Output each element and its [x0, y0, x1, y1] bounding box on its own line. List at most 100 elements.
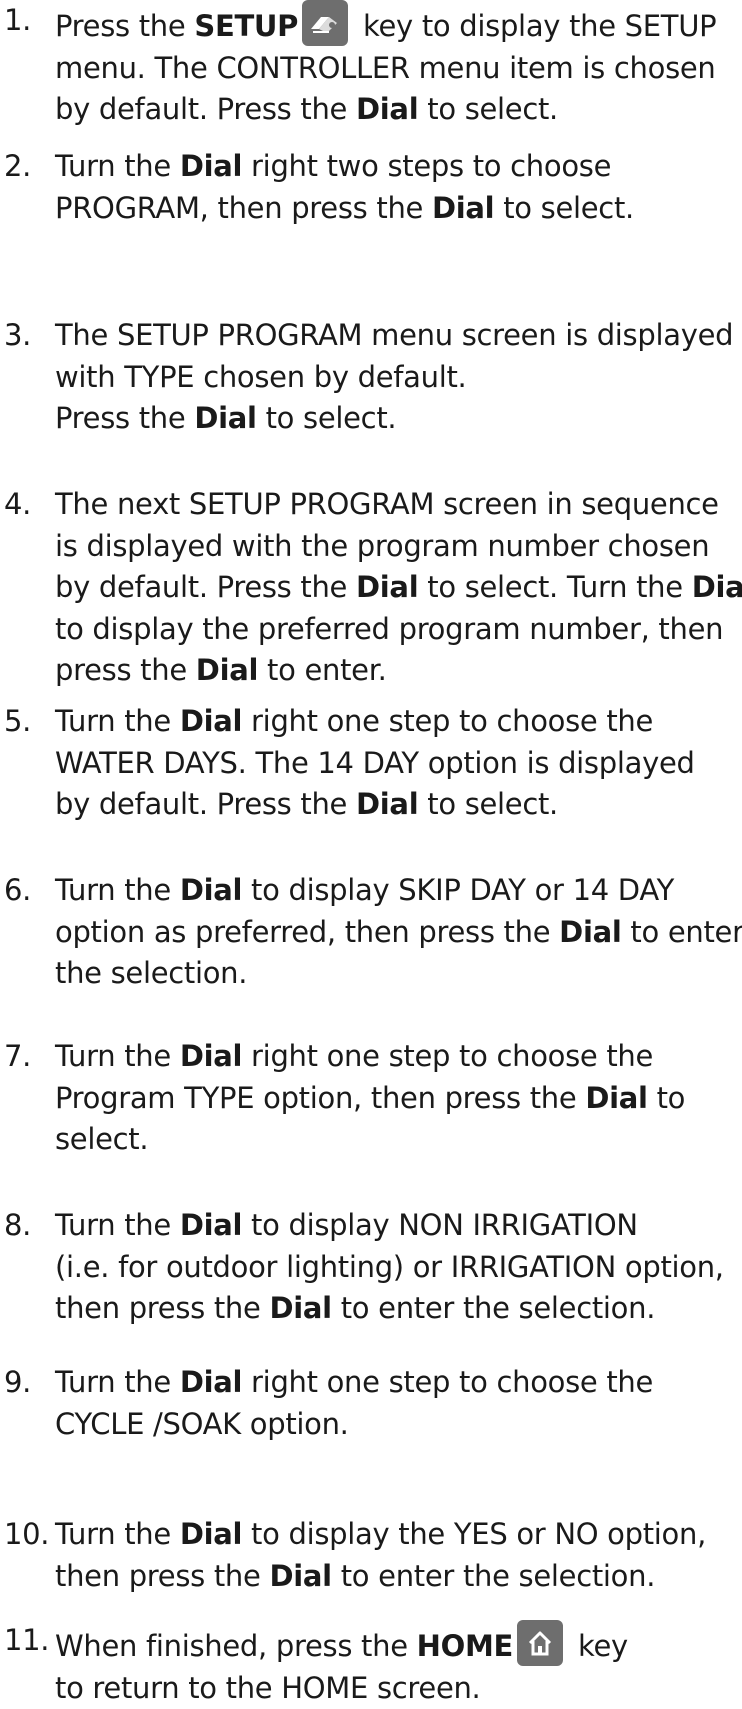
bold-term: Dial [180, 1517, 242, 1551]
step-line: Press the Dial to select. [55, 398, 742, 440]
step-line: by default. Press the Dial to select. [55, 89, 742, 131]
step-line: Turn the Dial right one step to choose t… [55, 701, 742, 743]
step-number: 3. [4, 315, 31, 357]
step-line: select. [55, 1119, 742, 1161]
text-segment: to select. Turn the [418, 570, 691, 604]
text-segment: with TYPE chosen by default. [55, 360, 466, 394]
text-segment: to display the preferred program number,… [55, 612, 723, 646]
bold-term: Dial [194, 401, 256, 435]
text-segment: Turn the [55, 873, 180, 907]
step-line: with TYPE chosen by default. [55, 357, 742, 399]
text-segment: menu. The CONTROLLER menu item is chosen [55, 51, 716, 85]
step-number: 6. [4, 870, 31, 912]
step-number: 1. [4, 0, 31, 42]
step-number: 8. [4, 1205, 31, 1247]
text-segment: is displayed with the program number cho… [55, 529, 709, 563]
step-text: Turn the Dial to display the YES or NO o… [55, 1514, 742, 1597]
text-segment: Press the [55, 401, 194, 435]
text-segment: right two steps to choose [242, 149, 611, 183]
step-line: to return to the HOME screen. [55, 1668, 742, 1709]
step-line: (i.e. for outdoor lighting) or IRRIGATIO… [55, 1247, 742, 1289]
step-number: 5. [4, 701, 31, 743]
bold-term: Dial [180, 149, 242, 183]
home-key-icon [517, 1620, 563, 1666]
step-line: Program TYPE option, then press the Dial… [55, 1078, 742, 1120]
step-line: Turn the Dial right one step to choose t… [55, 1036, 742, 1078]
bold-term: Dial [432, 191, 494, 225]
text-segment: PROGRAM, then press the [55, 191, 432, 225]
text-segment: to enter. [258, 653, 386, 687]
text-segment: press the [55, 653, 196, 687]
bold-term: Dial [180, 704, 242, 738]
setup-key-icon [302, 0, 348, 46]
text-segment: The SETUP PROGRAM menu screen is display… [55, 318, 733, 352]
step-line: menu. The CONTROLLER menu item is chosen [55, 48, 742, 90]
bold-term: Dial [356, 787, 418, 821]
step-number: 11. [4, 1620, 49, 1662]
step-line: then press the Dial to enter the selecti… [55, 1556, 742, 1598]
bold-term: Dial [692, 570, 742, 604]
step-line: by default. Press the Dial to select. [55, 784, 742, 826]
text-segment: to display the YES or NO option, [242, 1517, 706, 1551]
text-segment: by default. Press the [55, 570, 356, 604]
step-number: 4. [4, 484, 31, 526]
step-text: Turn the Dial right one step to choose t… [55, 1362, 742, 1445]
step-line: Turn the Dial right two steps to choose [55, 146, 742, 188]
text-segment: Turn the [55, 704, 180, 738]
step-text: Press the SETUP key to display the SETUP… [55, 0, 742, 131]
text-segment: select. [55, 1122, 148, 1156]
step-line: WATER DAYS. The 14 DAY option is display… [55, 743, 742, 785]
step-number: 7. [4, 1036, 31, 1078]
step-line: is displayed with the program number cho… [55, 526, 742, 568]
step-line: Turn the Dial right one step to choose t… [55, 1362, 742, 1404]
text-segment: to [648, 1081, 685, 1115]
bold-term: Dial [559, 915, 621, 949]
step-line: Press the SETUP key to display the SETUP [55, 0, 742, 48]
step-line: The next SETUP PROGRAM screen in sequenc… [55, 484, 742, 526]
step-text: Turn the Dial right one step to choose t… [55, 1036, 742, 1161]
step-line: to display the preferred program number,… [55, 609, 742, 651]
text-segment: When finished, press the [55, 1629, 417, 1663]
step-line: by default. Press the Dial to select. Tu… [55, 567, 742, 609]
step-number: 9. [4, 1362, 31, 1404]
step-line: press the Dial to enter. [55, 650, 742, 692]
step-text: Turn the Dial right one step to choose t… [55, 701, 742, 826]
text-segment: Turn the [55, 1208, 180, 1242]
text-segment: to enter the selection. [332, 1291, 655, 1325]
step-line: then press the Dial to enter the selecti… [55, 1288, 742, 1330]
step-text: When finished, press the HOME keyto retu… [55, 1620, 742, 1709]
bold-term: Dial [269, 1291, 331, 1325]
text-segment: to display NON IRRIGATION [242, 1208, 638, 1242]
bold-term: SETUP [194, 9, 298, 43]
text-segment: Turn the [55, 1517, 180, 1551]
text-segment: to return to the HOME screen. [55, 1671, 480, 1705]
bold-term: Dial [180, 873, 242, 907]
step-text: The SETUP PROGRAM menu screen is display… [55, 315, 742, 440]
text-segment: to display SKIP DAY or 14 DAY [242, 873, 674, 907]
bold-term: Dial [356, 92, 418, 126]
text-segment: to select. [494, 191, 634, 225]
step-line: PROGRAM, then press the Dial to select. [55, 188, 742, 230]
text-segment: to enter the selection. [332, 1559, 655, 1593]
text-segment: key to display the SETUP [354, 9, 716, 43]
step-text: Turn the Dial right two steps to chooseP… [55, 146, 742, 229]
text-segment: right one step to choose the [242, 1039, 653, 1073]
bold-term: Dial [180, 1365, 242, 1399]
step-line: Turn the Dial to display SKIP DAY or 14 … [55, 870, 742, 912]
step-line: Turn the Dial to display NON IRRIGATION [55, 1205, 742, 1247]
text-segment: then press the [55, 1559, 269, 1593]
text-segment: then press the [55, 1291, 269, 1325]
bold-term: HOME [417, 1629, 513, 1663]
bold-term: Dial [180, 1208, 242, 1242]
text-segment: Turn the [55, 149, 180, 183]
bold-term: Dial [585, 1081, 647, 1115]
step-text: Turn the Dial to display SKIP DAY or 14 … [55, 870, 742, 995]
bold-term: Dial [356, 570, 418, 604]
step-number: 2. [4, 146, 31, 188]
text-segment: by default. Press the [55, 92, 356, 126]
text-segment: CYCLE /SOAK option. [55, 1407, 349, 1441]
text-segment: Turn the [55, 1039, 180, 1073]
text-segment: Press the [55, 9, 194, 43]
step-text: The next SETUP PROGRAM screen in sequenc… [55, 484, 742, 692]
text-segment: to select. [418, 787, 558, 821]
